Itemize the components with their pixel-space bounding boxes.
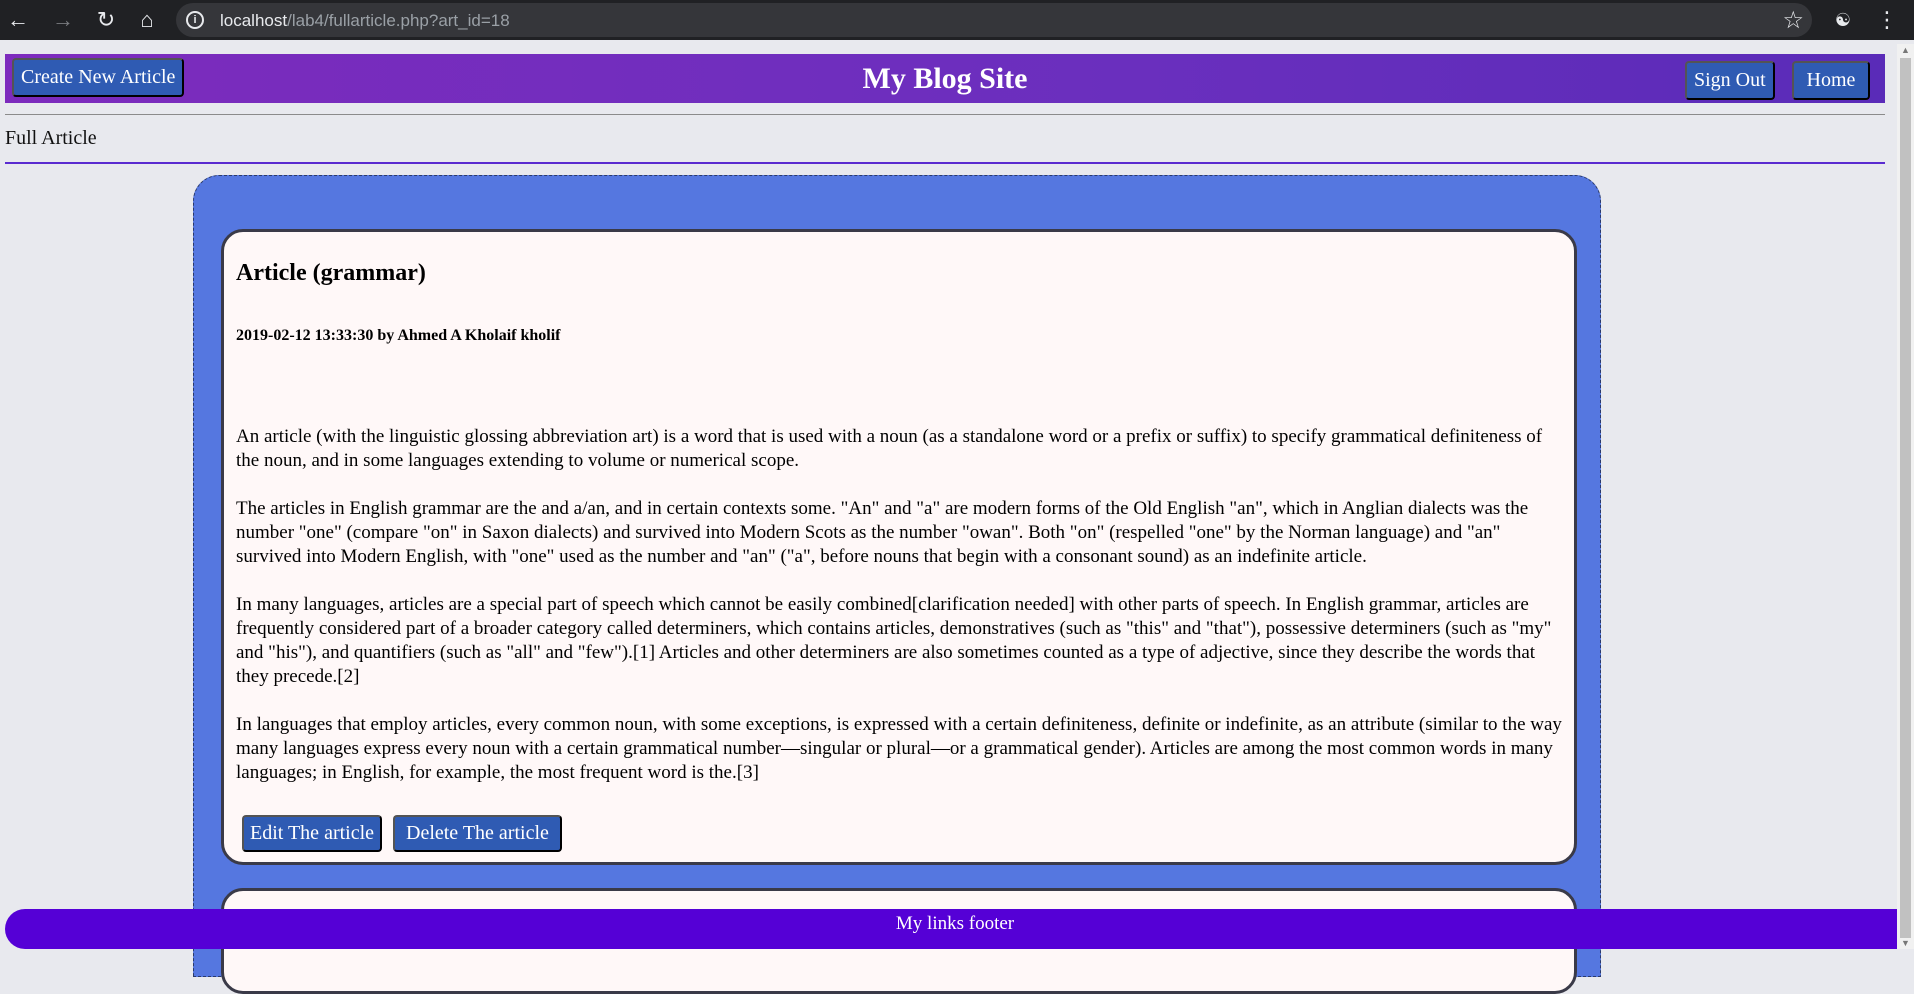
url-host: localhost — [220, 11, 288, 30]
browser-toolbar: ← → ↻ ⌂ i localhost/lab4/fullarticle.php… — [0, 0, 1914, 40]
kebab-menu-icon[interactable]: ⋮ — [1873, 6, 1901, 34]
address-bar[interactable]: i localhost/lab4/fullarticle.php?art_id=… — [176, 3, 1812, 37]
sign-out-button[interactable]: Sign Out — [1685, 61, 1775, 100]
section-divider — [5, 162, 1885, 164]
back-arrow-icon[interactable]: ← — [4, 6, 32, 34]
home-button[interactable]: Home — [1792, 61, 1870, 100]
footer-text[interactable]: My links footer — [896, 913, 1014, 934]
reload-icon[interactable]: ↻ — [92, 6, 120, 34]
article-paragraph: An article (with the linguistic glossing… — [236, 426, 1543, 471]
star-icon[interactable]: ☆ — [1782, 6, 1804, 35]
section-title: Full Article — [5, 127, 97, 149]
info-icon[interactable]: i — [186, 11, 204, 29]
article-body: An article (with the linguistic glossing… — [236, 425, 1566, 809]
forward-arrow-icon[interactable]: → — [49, 6, 77, 34]
incognito-icon[interactable]: ☯ — [1829, 6, 1857, 34]
home-icon[interactable]: ⌂ — [133, 6, 161, 34]
url-text[interactable]: localhost/lab4/fullarticle.php?art_id=18 — [220, 11, 510, 31]
header-divider — [5, 114, 1885, 115]
site-footer: My links footer — [5, 909, 1905, 949]
scrollbar-thumb[interactable] — [1900, 58, 1911, 938]
article-title: Article (grammar) — [236, 260, 426, 286]
scroll-up-arrow-icon[interactable]: ▲ — [1901, 45, 1910, 55]
article-container: Article (grammar) 2019-02-12 13:33:30 by… — [193, 175, 1601, 994]
url-path: /lab4/fullarticle.php?art_id=18 — [287, 11, 510, 30]
page: Create New Article My Blog Site Sign Out… — [0, 44, 1905, 994]
article-paragraph: The articles in English grammar are the … — [236, 498, 1529, 567]
article-paragraph: In many languages, articles are a specia… — [236, 594, 1552, 687]
site-title: My Blog Site — [862, 62, 1028, 95]
delete-article-button[interactable]: Delete The article — [393, 815, 562, 852]
article-meta: 2019-02-12 13:33:30 by Ahmed A Kholaif k… — [236, 327, 561, 344]
site-header: Create New Article My Blog Site Sign Out… — [5, 54, 1885, 103]
page-scrollbar[interactable]: ▲ ▼ — [1897, 44, 1914, 949]
article-paragraph: In languages that employ articles, every… — [236, 714, 1562, 783]
edit-article-button[interactable]: Edit The article — [242, 815, 383, 852]
article-card: Article (grammar) 2019-02-12 13:33:30 by… — [221, 229, 1577, 865]
scroll-down-arrow-icon[interactable]: ▼ — [1901, 938, 1910, 948]
